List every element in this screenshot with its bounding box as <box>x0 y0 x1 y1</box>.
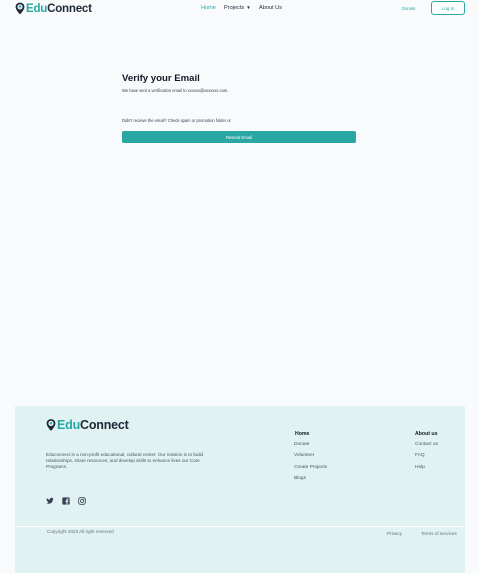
footer-link-contact[interactable]: Contact us <box>415 442 438 447</box>
social-links <box>46 497 86 505</box>
footer-link-faq[interactable]: FAQ <box>415 453 425 458</box>
brand-edu: Edu <box>26 2 48 15</box>
nav-about[interactable]: About Us <box>259 5 282 11</box>
nav-projects[interactable]: Projects ▼ <box>224 5 251 11</box>
footer-link-blogs[interactable]: Blogs <box>294 476 306 481</box>
footer-link-volunteer[interactable]: Volunteer <box>294 453 314 458</box>
footer-brand-edu: Edu <box>57 418 81 432</box>
instagram-icon[interactable] <box>78 497 86 505</box>
caret-down-icon: ▼ <box>246 5 251 10</box>
verification-sent-text: We have sent a verification email to xxx… <box>122 88 229 93</box>
footer-col-about-heading[interactable]: About us <box>415 431 437 437</box>
footer-brand-name: EduConnect <box>57 418 129 432</box>
copyright-text: Copyright 2023 All right reserved <box>47 529 114 534</box>
footer-logo[interactable]: EduConnect <box>46 418 129 432</box>
header-logo[interactable]: EduConnect <box>15 2 92 15</box>
map-pin-logo-icon <box>46 419 56 431</box>
privacy-link[interactable]: Privacy <box>387 531 402 536</box>
footer-divider <box>15 526 465 527</box>
footer-link-help[interactable]: Help <box>415 465 425 470</box>
nav-home[interactable]: Home <box>201 5 216 11</box>
twitter-icon[interactable] <box>46 497 54 505</box>
footer-brand-connect: Connect <box>80 418 129 432</box>
footer-col-home-heading[interactable]: Home <box>295 431 309 437</box>
facebook-icon[interactable] <box>62 497 70 505</box>
nav-projects-label: Projects <box>224 5 245 11</box>
donate-link[interactable]: Donate <box>402 6 416 11</box>
footer-link-donate[interactable]: Donate <box>294 442 309 447</box>
brand-connect: Connect <box>47 2 92 15</box>
brand-name: EduConnect <box>26 3 92 15</box>
page-title: Verify your Email <box>122 73 200 84</box>
terms-link[interactable]: Terms of services <box>421 531 457 536</box>
not-received-text: Didn't receive the email? Check spam or … <box>122 118 231 123</box>
footer-link-create-projects[interactable]: Create Projects <box>294 465 327 470</box>
login-button[interactable]: Log In <box>431 1 465 15</box>
resend-email-button[interactable]: Resend Email <box>122 131 356 143</box>
footer-description: Educonnect is a non-profit educational, … <box>46 452 204 470</box>
map-pin-logo-icon <box>15 2 25 15</box>
